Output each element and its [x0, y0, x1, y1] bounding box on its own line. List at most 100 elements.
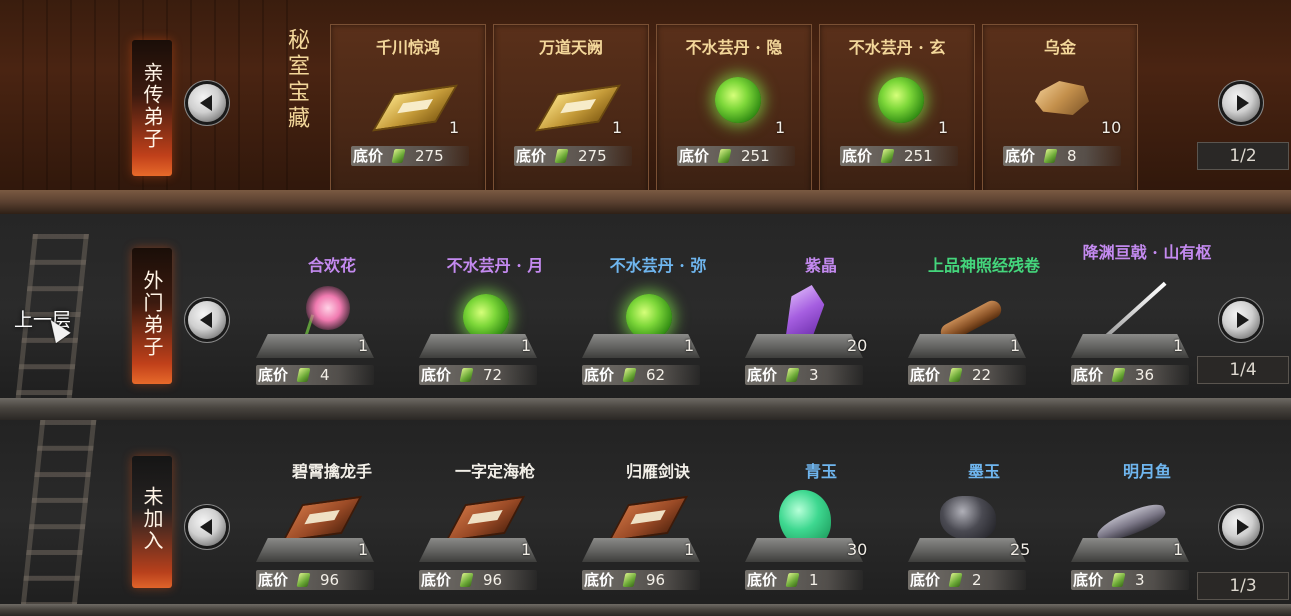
item-card[interactable]: 不水芸丹 · 玄 1 底价 251 [819, 24, 975, 196]
item-slot[interactable]: 青玉 30 底价 1 [739, 420, 903, 590]
price-value: 72 [483, 366, 503, 384]
item-name: 归雁剑诀 [625, 462, 690, 481]
price-label: 底价 [747, 571, 778, 589]
shelf-board [0, 398, 1291, 420]
item-card[interactable]: 万道天阙 1 底价 275 [493, 24, 649, 196]
price-label: 底价 [842, 147, 873, 165]
jade-coin-icon [622, 368, 637, 382]
item-slot[interactable]: 归雁剑诀 1 底价 96 [576, 420, 740, 590]
item-card[interactable]: 千川惊鸿 1 底价 275 [330, 24, 486, 196]
item-quantity: 10 [1101, 118, 1122, 137]
jade-coin-icon [785, 573, 800, 587]
shelf-board [0, 604, 1291, 616]
price-tag: 底价 36 [1071, 365, 1189, 385]
price-tag: 底价 96 [582, 570, 700, 590]
item-quantity: 1 [775, 118, 786, 137]
price-label: 底价 [1073, 366, 1104, 384]
price-tag: 底价 275 [514, 146, 632, 166]
price-tag: 底价 72 [419, 365, 537, 385]
price-label: 底价 [421, 366, 452, 384]
shelf-title: 秘室宝藏 [284, 28, 309, 132]
item-slot[interactable]: 紫晶 20 底价 3 [739, 214, 903, 385]
item-slot[interactable]: 墨玉 25 底价 2 [902, 420, 1066, 590]
tier-banner: 未加入 [132, 456, 172, 588]
item-slot[interactable]: 合欢花 1 底价 4 [250, 214, 414, 385]
prev-page-button[interactable] [188, 84, 226, 122]
item-name: 不水芸丹 · 月 [446, 256, 544, 275]
price-tag: 底价 251 [840, 146, 958, 166]
item-name: 不水芸丹 · 玄 [848, 38, 946, 57]
pill-icon [463, 294, 509, 340]
price-label: 底价 [910, 366, 941, 384]
item-quantity: 1 [358, 336, 369, 355]
pill-icon [715, 77, 761, 123]
item-name: 墨玉 [967, 462, 1000, 481]
item-slot[interactable]: 不水芸丹 · 弥 1 底价 62 [576, 214, 740, 385]
next-page-button[interactable] [1222, 508, 1260, 546]
price-tag: 底价 251 [677, 146, 795, 166]
jade-coin-icon [459, 368, 474, 382]
jade-coin-icon [717, 149, 732, 163]
page-indicator: 1/4 [1197, 356, 1289, 384]
jade-coin-icon [296, 368, 311, 382]
item-card[interactable]: 乌金 10 底价 8 [982, 24, 1138, 196]
item-quantity: 1 [612, 118, 623, 137]
jade-coin-icon [880, 149, 895, 163]
price-value: 4 [320, 366, 330, 384]
pedestal [745, 538, 863, 562]
price-value: 96 [483, 571, 503, 589]
price-value: 275 [578, 147, 607, 165]
price-tag: 底价 96 [419, 570, 537, 590]
pedestal [419, 538, 537, 562]
book-brown-icon [607, 495, 689, 543]
item-name: 明月鱼 [1122, 462, 1171, 481]
item-card[interactable]: 不水芸丹 · 隐 1 底价 251 [656, 24, 812, 196]
pedestal [582, 538, 700, 562]
item-quantity: 1 [521, 540, 532, 559]
price-value: 251 [904, 147, 933, 165]
prev-page-button[interactable] [188, 508, 226, 546]
item-name: 不水芸丹 · 隐 [685, 38, 783, 57]
shelf-bottom: 未加入 碧霄擒龙手 1 底价 96 一字定海枪 1 底价 96 归雁剑诀 1 底… [0, 420, 1291, 616]
tier-label: 未加入 [140, 486, 164, 552]
jade-coin-icon [1111, 368, 1126, 382]
tier-label: 亲传弟子 [140, 62, 164, 150]
item-name: 千川惊鸿 [375, 38, 440, 57]
item-slot[interactable]: 上品神照经残卷 1 底价 22 [902, 214, 1066, 385]
tier-banner: 亲传弟子 [132, 40, 172, 176]
pedestal [256, 538, 374, 562]
item-name: 青玉 [804, 462, 837, 481]
item-quantity: 1 [358, 540, 369, 559]
ladder [19, 420, 97, 616]
price-value: 96 [646, 571, 666, 589]
price-label: 底价 [421, 571, 452, 589]
next-page-button[interactable] [1222, 84, 1260, 122]
item-quantity: 1 [449, 118, 460, 137]
item-name: 上品神照经残卷 [927, 256, 1040, 275]
price-label: 底价 [1005, 147, 1036, 165]
shelf-board [0, 190, 1291, 214]
price-value: 36 [1135, 366, 1155, 384]
item-name: 万道天阙 [538, 38, 603, 57]
pedestal [256, 334, 374, 358]
jade-coin-icon [622, 573, 637, 587]
item-slot[interactable]: 不水芸丹 · 月 1 底价 72 [413, 214, 577, 385]
pedestal [419, 334, 537, 358]
jade-coin-icon [948, 368, 963, 382]
item-quantity: 1 [1173, 540, 1184, 559]
item-name: 合欢花 [307, 256, 356, 275]
prev-page-button[interactable] [188, 301, 226, 339]
page-indicator: 1/3 [1197, 572, 1289, 600]
jade-coin-icon [554, 149, 569, 163]
item-slot[interactable]: 一字定海枪 1 底价 96 [413, 420, 577, 590]
price-value: 3 [1135, 571, 1145, 589]
price-value: 96 [320, 571, 340, 589]
item-quantity: 1 [521, 336, 532, 355]
next-page-button[interactable] [1222, 301, 1260, 339]
item-slot[interactable]: 明月鱼 1 底价 3 [1065, 420, 1229, 590]
price-tag: 底价 22 [908, 365, 1026, 385]
jade-coin-icon [948, 573, 963, 587]
item-slot[interactable]: 碧霄擒龙手 1 底价 96 [250, 420, 414, 590]
item-quantity: 1 [1010, 336, 1021, 355]
price-value: 275 [415, 147, 444, 165]
